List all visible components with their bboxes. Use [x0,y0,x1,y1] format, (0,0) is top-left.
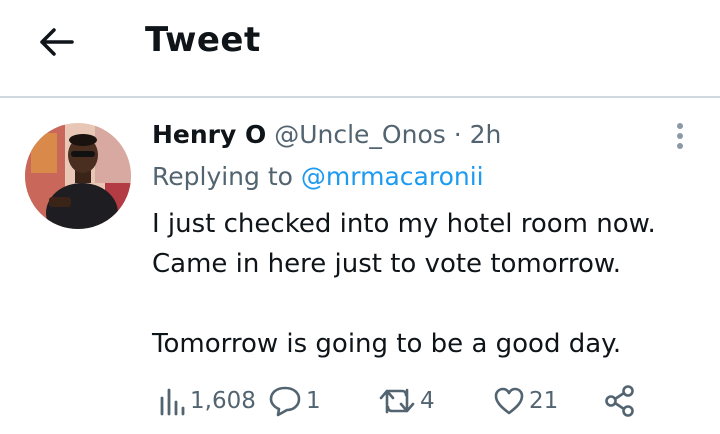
views-count: 1,608 [190,388,256,414]
like-button[interactable]: 21 [493,383,558,419]
tweet-text: I just checked into my hotel room now. C… [152,209,656,359]
like-icon [494,387,524,415]
back-button[interactable] [36,24,76,60]
separator-dot: · [453,120,462,149]
tweet-time[interactable]: 2h [470,120,502,149]
replying-to: Replying to @mrmacaronii [152,159,484,195]
tweet-actions: 1,608 1 4 21 [0,383,720,419]
tweet-header: Henry O @Uncle_Onos · 2h [152,117,501,153]
avatar-image [25,123,131,229]
header-divider [0,96,720,98]
avatar[interactable] [25,123,131,229]
like-count: 21 [529,388,559,414]
retweet-icon [379,388,415,414]
views-icon [160,388,185,416]
replying-to-link[interactable]: @mrmacaronii [301,162,484,191]
more-options-button[interactable] [668,122,692,150]
replying-prefix: Replying to [152,162,293,191]
retweet-count: 4 [420,388,435,414]
more-vertical-icon [677,123,683,149]
share-button[interactable] [604,383,636,419]
reply-count: 1 [306,388,321,414]
page-title: Tweet [145,20,261,60]
reply-button[interactable]: 1 [268,383,321,419]
back-arrow-icon [40,28,74,56]
author-name[interactable]: Henry O [152,120,266,149]
views-button[interactable]: 1,608 [158,383,256,419]
reply-icon [269,386,301,417]
retweet-button[interactable]: 4 [378,383,435,419]
top-bar: Tweet [0,0,720,96]
share-icon [605,385,634,417]
author-handle[interactable]: @Uncle_Onos [274,120,446,149]
